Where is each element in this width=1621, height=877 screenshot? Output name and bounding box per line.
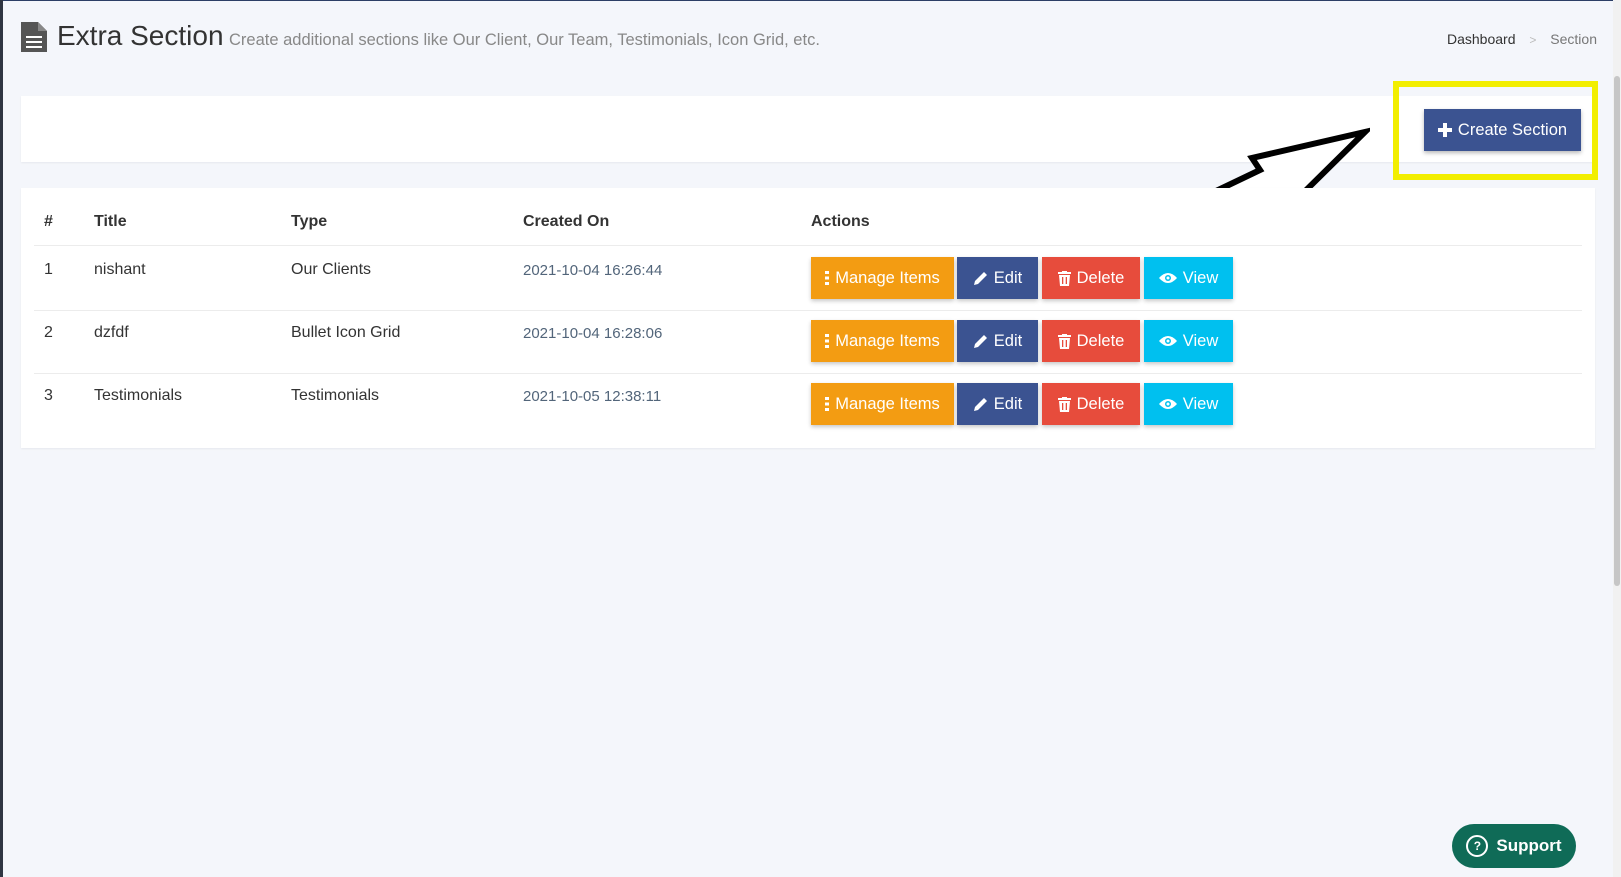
view-label: View <box>1182 394 1219 413</box>
support-label: Support <box>1496 836 1562 855</box>
trash-icon <box>1057 333 1071 349</box>
eye-icon <box>1158 336 1177 346</box>
view-button[interactable]: View <box>1144 320 1233 362</box>
breadcrumb-dashboard[interactable]: Dashboard <box>1447 31 1516 47</box>
col-header-number: # <box>44 213 53 230</box>
col-header-created: Created On <box>523 213 610 230</box>
ellipsis-vertical-icon <box>825 334 830 348</box>
breadcrumb-separator: > <box>1529 33 1537 47</box>
delete-button[interactable]: Delete <box>1042 383 1140 425</box>
edit-button[interactable]: Edit <box>957 383 1038 425</box>
ellipsis-vertical-icon <box>825 397 830 411</box>
row-title: Testimonials <box>94 387 183 404</box>
edit-label: Edit <box>993 331 1023 350</box>
manage-items-button[interactable]: Manage Items <box>811 383 954 425</box>
edit-button[interactable]: Edit <box>957 257 1038 299</box>
delete-label: Delete <box>1076 268 1125 287</box>
page-title: Extra Section <box>57 20 224 51</box>
delete-button[interactable]: Delete <box>1042 320 1140 362</box>
left-border <box>0 0 3 877</box>
eye-icon <box>1158 399 1177 409</box>
page-header: Extra Section Create additional sections… <box>21 18 1597 62</box>
row-divider <box>34 310 1582 311</box>
trash-icon <box>1057 396 1071 412</box>
col-header-title: Title <box>94 213 127 230</box>
row-title: dzfdf <box>94 324 129 341</box>
row-type: Our Clients <box>291 261 372 278</box>
col-header-type: Type <box>291 213 328 230</box>
row-created: 2021-10-04 16:26:44 <box>523 262 663 279</box>
breadcrumb: Dashboard > Section <box>1447 31 1597 47</box>
question-circle-icon: ? <box>1466 835 1489 857</box>
delete-label: Delete <box>1076 394 1125 413</box>
plus-icon <box>1437 123 1452 137</box>
ellipsis-vertical-icon <box>825 271 830 285</box>
col-header-actions: Actions <box>811 213 870 230</box>
delete-label: Delete <box>1076 331 1125 350</box>
manage-items-button[interactable]: Manage Items <box>811 320 954 362</box>
sections-table: # Title Type Created On Actions 1 nishan… <box>21 188 1595 448</box>
row-created: 2021-10-04 16:28:06 <box>523 325 663 342</box>
row-type: Testimonials <box>291 387 380 404</box>
edit-label: Edit <box>993 268 1023 287</box>
header-divider <box>34 245 1582 246</box>
pencil-icon <box>973 397 987 411</box>
scrollbar-thumb[interactable] <box>1614 76 1620 586</box>
pencil-icon <box>973 334 987 348</box>
page-subtitle: Create additional sections like Our Clie… <box>229 31 820 49</box>
create-section-label: Create Section <box>1457 120 1568 139</box>
delete-button[interactable]: Delete <box>1042 257 1140 299</box>
pencil-icon <box>973 271 987 285</box>
row-number: 3 <box>44 387 53 404</box>
view-label: View <box>1182 268 1219 287</box>
manage-items-button[interactable]: Manage Items <box>811 257 954 299</box>
manage-items-label: Manage Items <box>835 268 940 287</box>
row-number: 2 <box>44 324 53 341</box>
edit-label: Edit <box>993 394 1023 413</box>
row-created: 2021-10-05 12:38:11 <box>523 388 662 405</box>
row-type: Bullet Icon Grid <box>291 324 401 341</box>
create-section-button[interactable]: Create Section <box>1424 109 1581 151</box>
eye-icon <box>1158 273 1177 283</box>
row-divider <box>34 373 1582 374</box>
manage-items-label: Manage Items <box>835 394 940 413</box>
support-button[interactable]: ? Support <box>1452 824 1576 868</box>
top-border <box>0 0 1621 1</box>
view-label: View <box>1182 331 1219 350</box>
manage-items-label: Manage Items <box>835 331 940 350</box>
row-title: nishant <box>94 261 146 278</box>
scrollbar[interactable] <box>1613 0 1621 877</box>
document-icon <box>21 22 47 52</box>
view-button[interactable]: View <box>1144 257 1233 299</box>
row-number: 1 <box>44 261 53 278</box>
view-button[interactable]: View <box>1144 383 1233 425</box>
breadcrumb-section: Section <box>1550 31 1597 47</box>
trash-icon <box>1057 270 1071 286</box>
edit-button[interactable]: Edit <box>957 320 1038 362</box>
